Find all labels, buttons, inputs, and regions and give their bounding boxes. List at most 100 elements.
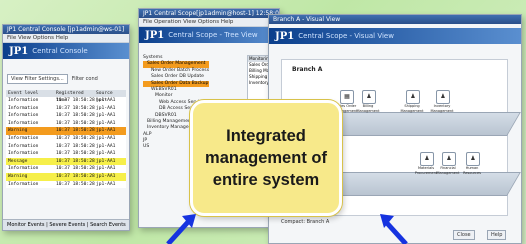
tree-node-label: US	[143, 144, 150, 150]
event-row[interactable]: Information 10:37 18:50:28 jp1-AA1	[6, 134, 126, 143]
event-level: Information	[8, 166, 39, 172]
column-header[interactable]: Registered time	[56, 90, 96, 103]
event-row[interactable]: Information 10:37 18:50:28 jp1-AA1	[6, 165, 126, 173]
tree-node-label: Systems	[143, 55, 163, 60]
event-level: Information	[8, 120, 39, 126]
callout-text: Integrated management of entire system	[205, 127, 327, 189]
event-host: jp1-AA1	[96, 151, 116, 157]
people-icon[interactable]: ♟	[466, 152, 480, 166]
event-list-header: Event level Registered time Source host	[6, 90, 126, 103]
event-level: Information	[8, 181, 39, 187]
tree-node-label: Sales Order Management	[147, 61, 206, 67]
event-row[interactable]: Information 10:37 18:50:28 jp1-AA1	[6, 142, 126, 151]
event-host: jp1-AA1	[96, 135, 116, 141]
callout-box: Integrated management of entire system	[190, 100, 342, 216]
event-level: Message	[8, 158, 28, 164]
filter-label: Filter cond	[71, 76, 98, 82]
event-time: 10:37 18:50:28	[56, 158, 95, 164]
branch-title: Branch A	[292, 66, 323, 73]
event-host: jp1-AA1	[96, 181, 116, 187]
event-level: Information	[8, 135, 39, 141]
event-time: 10:37 18:50:28	[56, 151, 95, 157]
event-host: jp1-AA1	[96, 173, 116, 179]
event-list: Event level Registered time Source host …	[6, 90, 126, 189]
brand-bar: JP1 Central Scope - Tree View	[139, 27, 279, 43]
event-tabs[interactable]: Monitor Events | Severe Events | Search …	[3, 219, 129, 230]
people-icon[interactable]: ♟	[436, 90, 450, 104]
tree-node-label: Billing Management	[147, 118, 193, 124]
tree-node-label: New Order Batch Process	[151, 67, 210, 73]
help-button[interactable]: Help	[487, 230, 507, 240]
node-label: Inventory Management	[430, 104, 454, 113]
event-host: jp1-AA1	[96, 120, 116, 126]
event-host: jp1-AA1	[96, 105, 116, 111]
tree-node-label: DBSVR01	[155, 112, 177, 118]
tree-node-label: Monitor	[155, 93, 173, 99]
product-name: Central Scope - Visual View	[298, 32, 394, 40]
product-name: Central Console	[32, 47, 88, 55]
view-filter-button[interactable]: View Filter Settings...	[7, 74, 68, 84]
event-time: 10:37 18:50:28	[56, 120, 95, 126]
node-label: Human Resources	[463, 166, 481, 175]
event-row[interactable]: Information 10:37 18:50:28 jp1-AA1	[6, 112, 126, 120]
window-title: JP1 Central Console [jp1admin@ws-01]	[3, 25, 129, 34]
people-icon[interactable]: ♟	[442, 152, 456, 166]
event-time: 10:37 18:50:28	[56, 113, 95, 119]
event-row[interactable]: Information 10:37 18:50:28 jp1-AA1	[6, 180, 126, 189]
jp1-logo: JP1	[275, 30, 295, 42]
tree-node-label: Sales Order DB Update	[151, 74, 204, 80]
menu-bar[interactable]: File View Options Help	[3, 34, 129, 43]
brand-bar: JP1 Central Console	[3, 43, 129, 59]
event-time: 10:37 18:50:28	[56, 143, 95, 149]
event-time: 10:37 18:50:28	[56, 135, 95, 141]
event-host: jp1-AA1	[96, 128, 116, 134]
event-host: jp1-AA1	[96, 158, 116, 164]
event-host: jp1-AA1	[96, 143, 116, 149]
event-level: Warning	[8, 128, 28, 134]
node-label: Billing Management	[356, 104, 380, 113]
jp1-logo: JP1	[145, 29, 165, 41]
event-time: 10:37 18:50:28	[56, 166, 95, 172]
event-level: Information	[8, 151, 39, 157]
event-host: jp1-AA1	[96, 98, 116, 103]
window-title: JP1 Central Scope[jp1admin@host-1] 12:58…	[139, 9, 279, 18]
event-row[interactable]: Information 10:37 18:50:28 jp1-AA1	[6, 119, 126, 128]
menu-bar[interactable]: File Operation View Options Help	[139, 18, 279, 27]
node-label: Materials Procurement	[414, 166, 438, 175]
event-time: 10:37 18:50:28	[56, 173, 95, 179]
event-row[interactable]: Message 10:37 18:50:28 jp1-AA1	[6, 157, 126, 166]
compact-view[interactable]: Compact: Branch A	[281, 219, 329, 225]
people-icon[interactable]: ♟	[420, 152, 434, 166]
column-header[interactable]: Event level	[6, 90, 56, 97]
node-label: Financial Management	[436, 166, 460, 175]
window-title: Branch A - Visual View	[269, 15, 521, 24]
event-row[interactable]: Information 10:37 18:50:28 jp1-AA1	[6, 104, 126, 113]
brand-bar: JP1 Central Scope - Visual View	[269, 28, 521, 44]
tree-node-label: ALP	[143, 131, 152, 137]
central-console-window: JP1 Central Console [jp1admin@ws-01] Fil…	[2, 24, 130, 231]
event-time: 10:37 18:50:28	[56, 105, 95, 111]
event-row[interactable]: Information 10:37 18:50:28 jp1-AA1	[6, 97, 126, 105]
event-row[interactable]: Information 10:37 18:50:28 jp1-AA1	[6, 150, 126, 158]
event-host: jp1-AA1	[96, 166, 116, 172]
event-level: Information	[8, 113, 39, 119]
tree-node-label: Sales Order Data Backup	[151, 80, 209, 86]
event-level: Information	[8, 105, 39, 111]
event-level: Information	[8, 143, 39, 149]
close-button[interactable]: Close	[453, 230, 475, 240]
event-row[interactable]: Warning 10:37 18:50:28 jp1-AA1	[6, 172, 126, 181]
event-level: Warning	[8, 173, 28, 179]
compact-label: Compact: Branch A	[281, 219, 330, 225]
column-header[interactable]: Source host	[96, 90, 120, 103]
people-icon[interactable]: ♟	[362, 90, 376, 104]
event-row[interactable]: Warning 10:37 18:50:28 jp1-AA1	[6, 127, 126, 135]
product-name: Central Scope - Tree View	[168, 31, 258, 39]
event-time: 10:37 18:50:28	[56, 128, 95, 134]
tree-node-label: WEBSVR01	[151, 86, 177, 92]
node-label: Shipping Management	[400, 104, 424, 113]
server-icon[interactable]: ▦	[340, 90, 354, 104]
tree-node-label: JP	[143, 138, 148, 144]
people-icon[interactable]: ♟	[406, 90, 420, 104]
event-time: 10:37 18:50:28	[56, 98, 95, 103]
event-host: jp1-AA1	[96, 113, 116, 119]
